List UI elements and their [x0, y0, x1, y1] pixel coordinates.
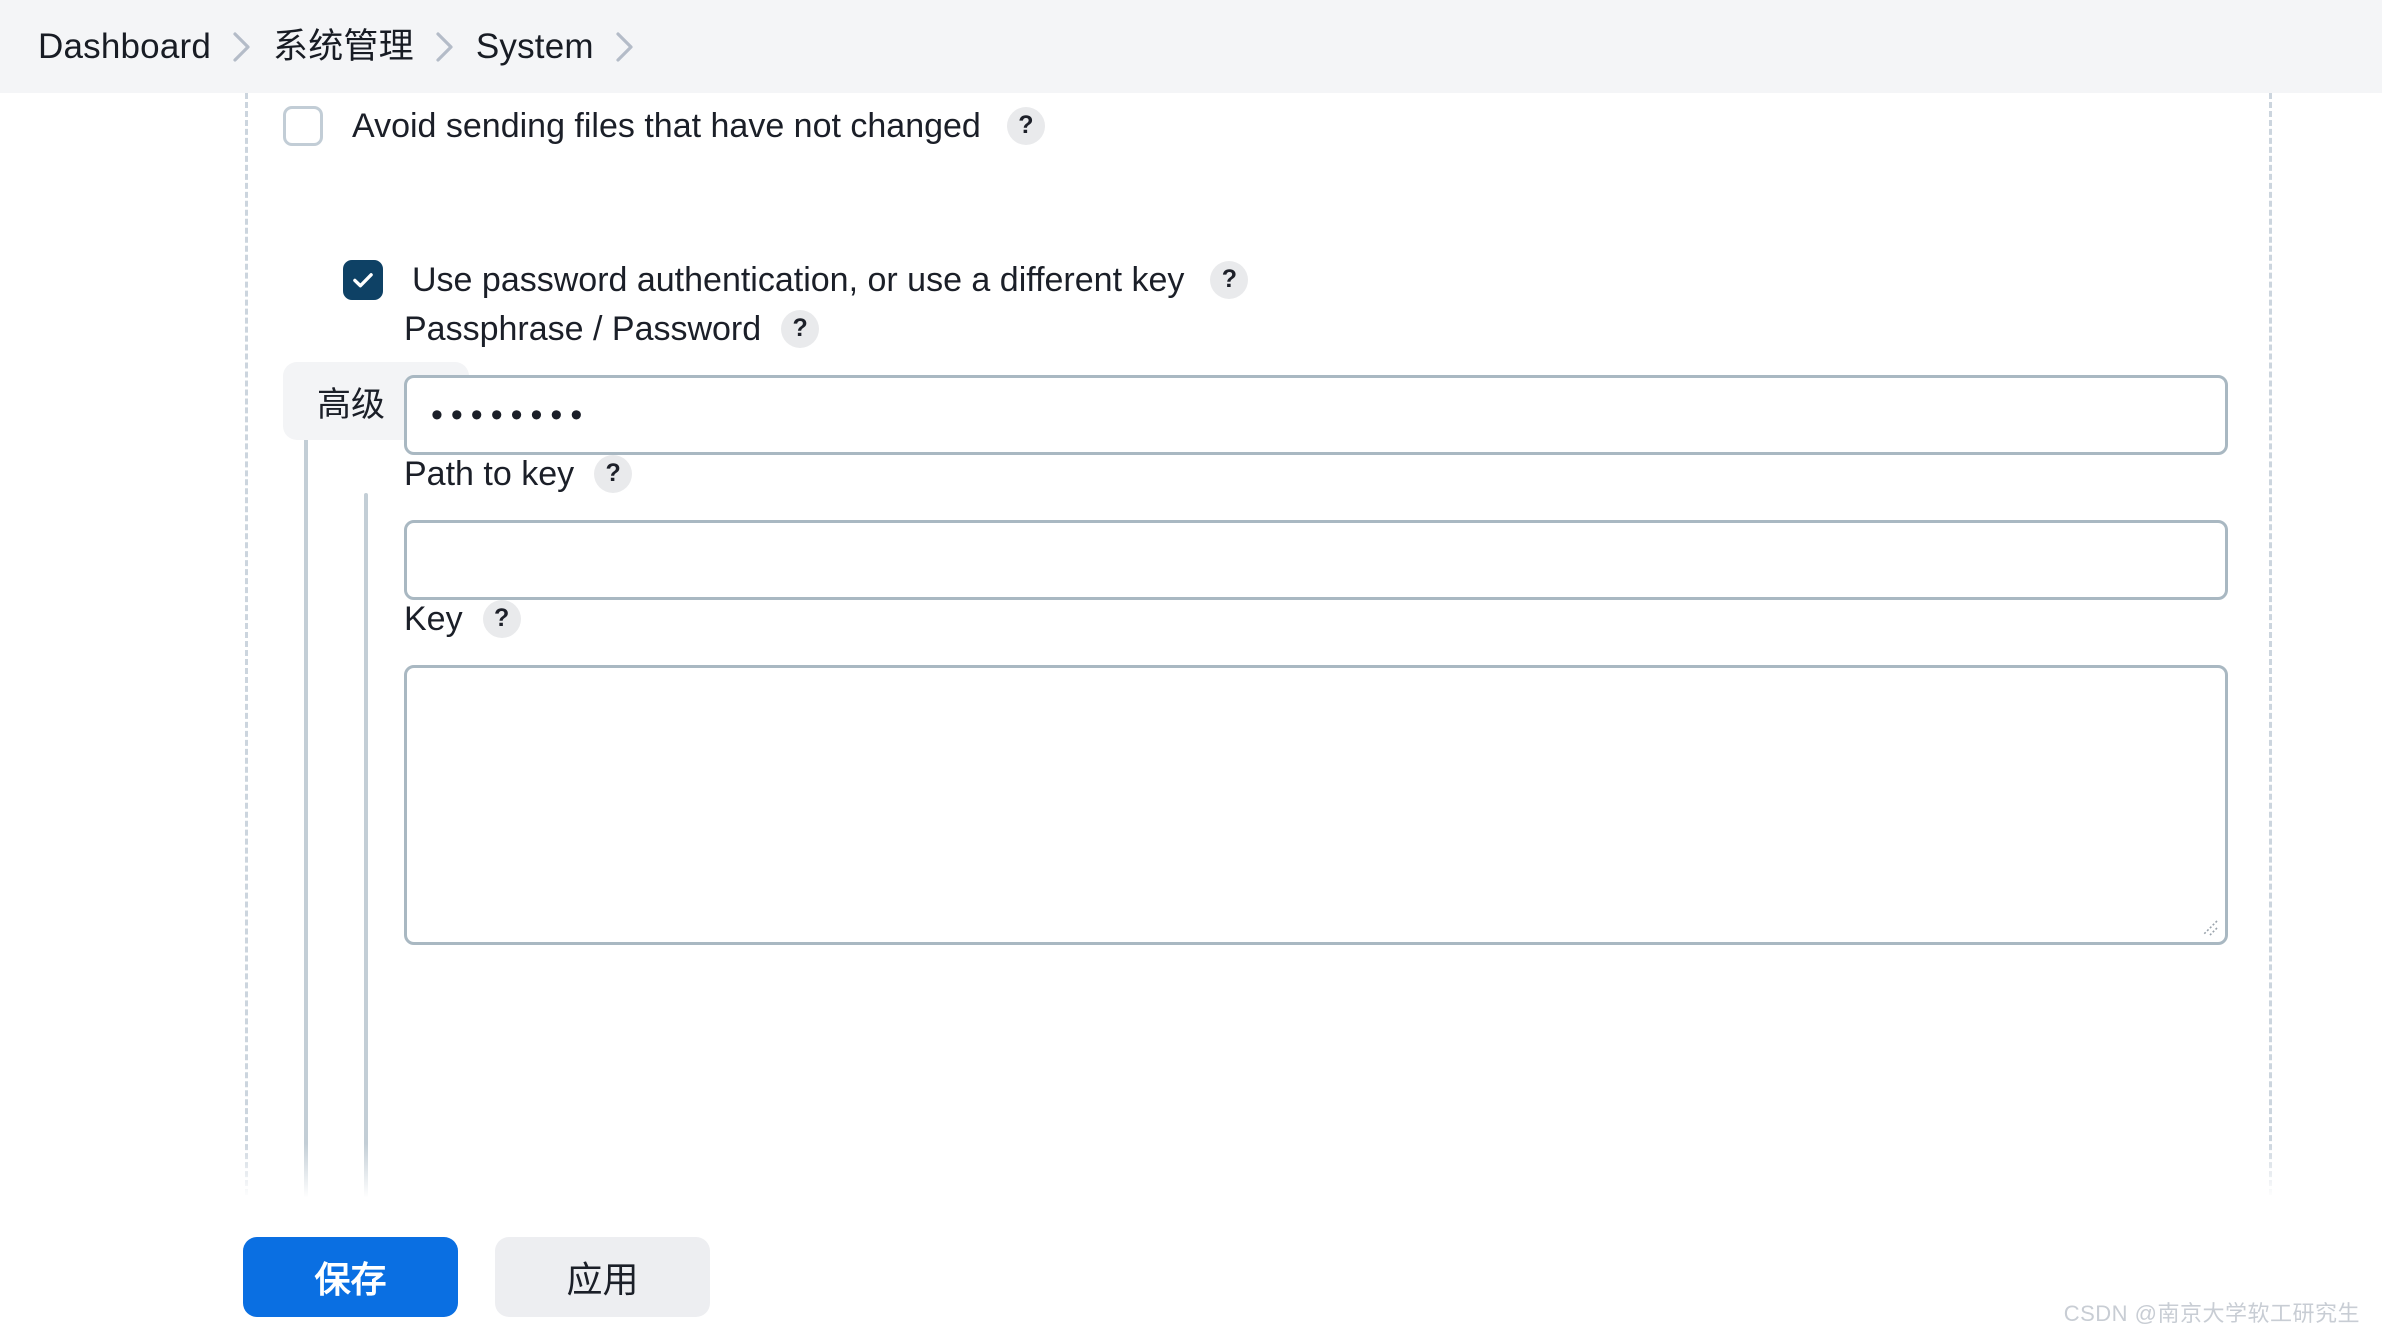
indent-guide-level-1: [304, 405, 308, 1213]
indent-guide-level-2: [364, 493, 368, 1213]
use-password-auth-row[interactable]: Use password authentication, or use a di…: [343, 260, 1249, 300]
dashed-guide-left: [245, 93, 248, 1213]
passphrase-help-icon[interactable]: ?: [781, 310, 820, 348]
dashed-guide-right: [2269, 93, 2272, 1213]
use-password-auth-checkbox[interactable]: [343, 260, 383, 300]
key-label-row: Key ?: [404, 600, 2228, 638]
app-root: Dashboard 系统管理 System Avoid sending file…: [0, 0, 2382, 1341]
path-to-key-help-icon[interactable]: ?: [594, 455, 633, 493]
passphrase-field-group: Passphrase / Password ? ••••••••: [404, 310, 2228, 455]
chevron-right-icon: [594, 27, 656, 67]
scroll-fade-overlay: [0, 1143, 2382, 1213]
advanced-dropdown-label: 高级: [317, 385, 385, 424]
watermark: CSDN @南京大学软工研究生: [2063, 1301, 2360, 1326]
breadcrumb-bar: Dashboard 系统管理 System: [0, 0, 2382, 93]
avoid-sending-files-label: Avoid sending files that have not change…: [352, 107, 981, 145]
save-button[interactable]: 保存: [243, 1237, 458, 1317]
path-to-key-field-group: Path to key ?: [404, 455, 2228, 600]
settings-form-scroll-area[interactable]: Avoid sending files that have not change…: [0, 93, 2382, 1213]
passphrase-masked-value: ••••••••: [431, 396, 591, 434]
passphrase-label: Passphrase / Password: [404, 310, 762, 348]
use-password-auth-label: Use password authentication, or use a di…: [412, 261, 1185, 299]
path-to-key-label-row: Path to key ?: [404, 455, 2228, 493]
key-label: Key: [404, 600, 463, 638]
key-field-group: Key ?: [404, 600, 2228, 945]
path-to-key-input[interactable]: [404, 520, 2228, 600]
key-help-icon[interactable]: ?: [482, 600, 521, 638]
avoid-sending-files-row[interactable]: Avoid sending files that have not change…: [283, 106, 1045, 146]
chevron-right-icon: [414, 27, 476, 67]
use-password-auth-help-icon[interactable]: ?: [1210, 261, 1249, 299]
chevron-right-icon: [211, 27, 273, 67]
path-to-key-label: Path to key: [404, 455, 575, 493]
avoid-sending-files-help-icon[interactable]: ?: [1006, 107, 1045, 145]
apply-button[interactable]: 应用: [495, 1237, 710, 1317]
passphrase-input[interactable]: ••••••••: [404, 375, 2228, 455]
passphrase-label-row: Passphrase / Password ?: [404, 310, 2228, 348]
avoid-sending-files-checkbox[interactable]: [283, 106, 323, 146]
breadcrumb-item-system-management[interactable]: 系统管理: [273, 29, 414, 64]
key-textarea[interactable]: [404, 665, 2228, 945]
form-action-bar: 保存 应用: [0, 1213, 2382, 1341]
resize-grip-icon[interactable]: [2193, 911, 2219, 937]
breadcrumb-item-dashboard[interactable]: Dashboard: [38, 29, 211, 64]
breadcrumb-item-system[interactable]: System: [476, 29, 594, 64]
